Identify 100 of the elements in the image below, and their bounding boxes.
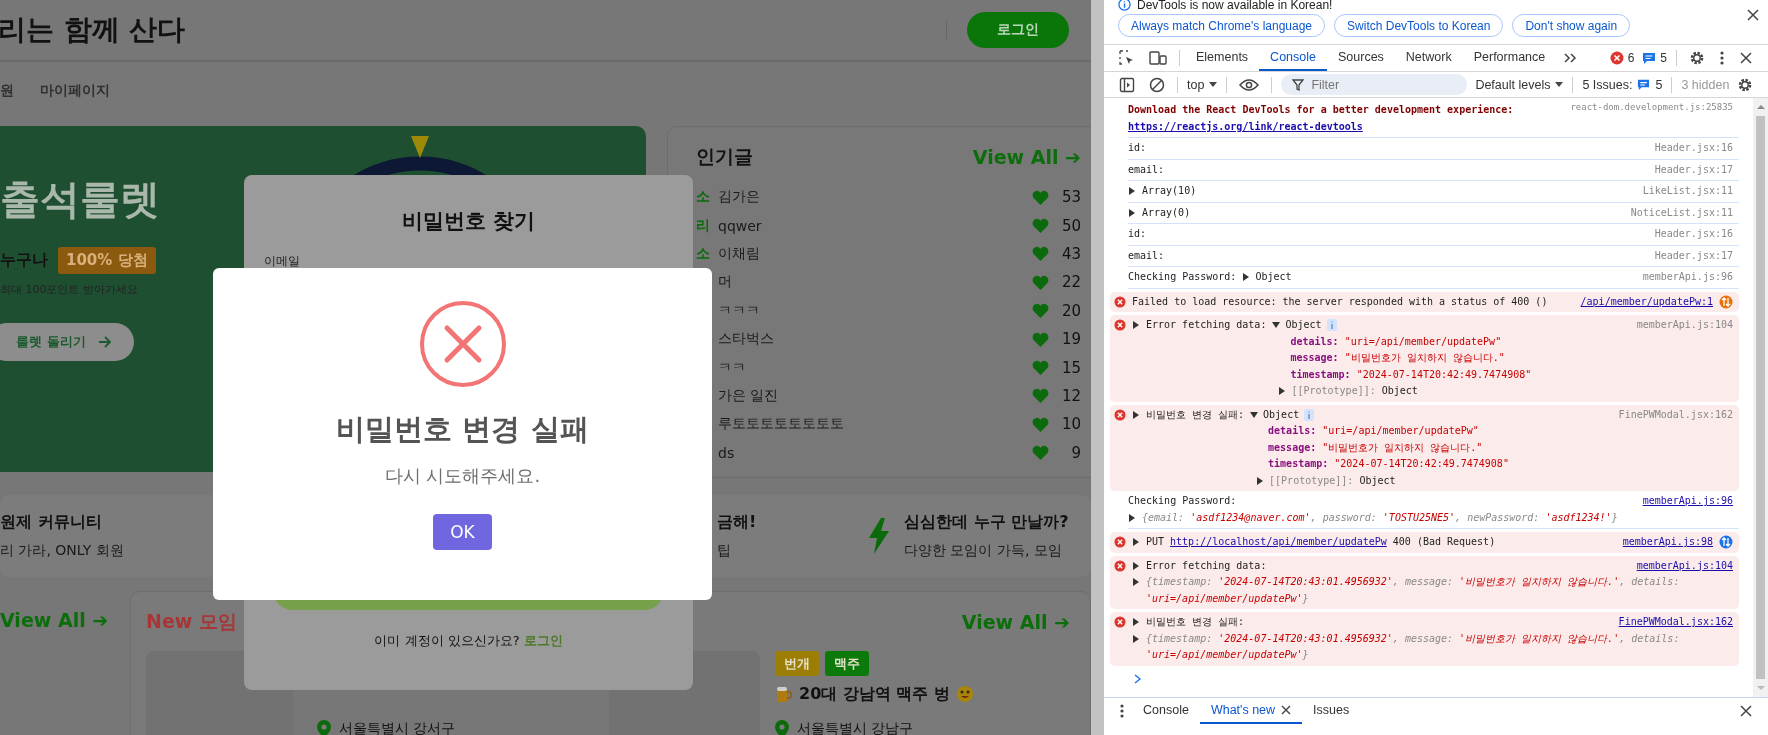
post-title[interactable]: 김가은	[718, 188, 1032, 207]
source-link[interactable]: Header.jsx:16	[1654, 226, 1733, 243]
disclosure-triangle-icon[interactable]	[1256, 476, 1265, 485]
nav-link[interactable]: 마이페이지	[40, 82, 110, 100]
network-request-icon[interactable]	[1719, 294, 1733, 309]
object-property: details: "uri=/api/member/updatePw"	[1289, 334, 1503, 349]
device-icon[interactable]	[1149, 50, 1167, 66]
disclosure-triangle-icon[interactable]	[1250, 410, 1259, 419]
settings-icon[interactable]	[1689, 50, 1705, 66]
source-link[interactable]: react-dom.development.js:25835	[1570, 102, 1733, 112]
site-title: 리는 함께 산다	[0, 12, 186, 48]
disclosure-triangle-icon[interactable]	[1132, 634, 1140, 643]
devtools-tab[interactable]: Performance	[1462, 45, 1557, 71]
disclosure-triangle-icon[interactable]	[1132, 410, 1140, 419]
disclosure-triangle-icon[interactable]	[1132, 538, 1140, 546]
post-title[interactable]: 머	[718, 273, 1032, 292]
sidebar-icon[interactable]	[1119, 76, 1135, 93]
message-text: id:	[1128, 141, 1147, 155]
disclosure-triangle-icon[interactable]	[1128, 208, 1136, 217]
message-text: Checking Password:	[1128, 494, 1237, 508]
more-tabs-icon[interactable]	[1563, 52, 1578, 64]
close-icon[interactable]	[1746, 8, 1760, 22]
disclosure-triangle-icon[interactable]	[1272, 321, 1281, 329]
source-link[interactable]: /api/member/updatePw:1	[1580, 293, 1713, 310]
devtools-tab[interactable]: Sources	[1327, 45, 1395, 71]
message-count-button[interactable]: 5	[1638, 51, 1671, 65]
post-title[interactable]: 스타벅스	[718, 330, 1032, 349]
source-link[interactable]: FinePWModal.jsx:162	[1618, 614, 1733, 631]
source-link[interactable]: memberApi.js:96	[1642, 493, 1733, 510]
source-link[interactable]: Header.jsx:17	[1654, 247, 1733, 264]
source-link[interactable]: Header.jsx:16	[1654, 140, 1733, 157]
disclosure-triangle-icon[interactable]	[1132, 321, 1140, 329]
login-button[interactable]: 로그인	[967, 12, 1069, 48]
disclosure-triangle-icon[interactable]	[1128, 187, 1136, 195]
banner-tagline: 누구나	[0, 250, 48, 271]
devtools-tab[interactable]: Console	[1259, 45, 1327, 71]
message-link[interactable]: https://reactjs.org/link/react-devtools	[1128, 118, 1563, 135]
inspect-icon[interactable]	[1119, 50, 1135, 66]
scrollbar[interactable]	[1753, 98, 1768, 697]
disclosure-triangle-icon[interactable]	[1278, 387, 1287, 395]
message-text: 비밀번호 변경 실패:	[1146, 407, 1245, 422]
disclosure-triangle-icon[interactable]	[1132, 561, 1140, 570]
object-label[interactable]: Object	[1285, 317, 1322, 334]
issues-button[interactable]: 5 Issues: 5	[1578, 77, 1667, 92]
disclosure-triangle-icon[interactable]	[1128, 513, 1136, 522]
infobar-button[interactable]: Don't show again	[1512, 14, 1631, 37]
close-icon[interactable]	[1739, 51, 1753, 65]
source-link[interactable]: memberApi.js:96	[1642, 269, 1733, 286]
disclosure-triangle-icon[interactable]	[1242, 273, 1251, 281]
source-link[interactable]: LikeList.jsx:11	[1642, 183, 1733, 200]
source-link[interactable]: memberApi.js:104	[1636, 317, 1733, 334]
object-label[interactable]: Object	[1263, 406, 1300, 423]
disclosure-triangle-icon[interactable]	[1132, 618, 1140, 626]
ok-button[interactable]: OK	[433, 514, 492, 550]
filter-field[interactable]: Filter	[1281, 74, 1468, 95]
error-count-button[interactable]: 6	[1605, 51, 1639, 65]
source-link[interactable]: memberApi.js:98	[1622, 534, 1713, 551]
scroll-up-icon[interactable]	[1756, 104, 1765, 110]
infobar-button[interactable]: Always match Chrome's language	[1118, 14, 1326, 37]
prompt-icon[interactable]	[1134, 673, 1142, 684]
drawer-tab[interactable]: Console	[1132, 697, 1200, 724]
post-title[interactable]: 이채림	[718, 244, 1032, 263]
error-icon	[1114, 536, 1126, 549]
clear-console-icon[interactable]	[1149, 76, 1165, 93]
object-property: details: "uri=/api/member/updatePw"	[1267, 424, 1480, 438]
close-icon[interactable]	[1739, 703, 1753, 718]
nav-link[interactable]: 원	[0, 82, 14, 100]
drawer-tab[interactable]: Issues	[1302, 697, 1361, 724]
disclosure-triangle-icon[interactable]	[1132, 578, 1140, 586]
levels-dropdown[interactable]: Default levels	[1471, 77, 1568, 92]
spin-roulette-button[interactable]: 룰렛 돌리기	[0, 323, 134, 361]
post-title[interactable]: qqwer	[718, 217, 1032, 234]
heart-icon	[1032, 445, 1049, 461]
devtools-tab[interactable]: Network	[1394, 45, 1463, 71]
infobar-button[interactable]: Switch DevTools to Korean	[1334, 14, 1504, 37]
message-icon	[1642, 51, 1657, 65]
alert-message: 다시 시도해주세요.	[384, 464, 541, 488]
object-prototype: [[Prototype]]: Object	[1291, 384, 1418, 398]
source-link[interactable]: memberApi.js:104	[1636, 557, 1733, 574]
more-options-icon[interactable]	[1119, 702, 1125, 719]
post-title[interactable]: ㅋㅋㅋ	[718, 301, 1032, 320]
post-title[interactable]: ds	[718, 444, 1032, 461]
drawer-tab[interactable]: What's new	[1199, 697, 1303, 724]
source-link[interactable]: FinePWModal.jsx:162	[1618, 406, 1733, 423]
close-icon[interactable]	[1281, 704, 1292, 715]
error-icon	[1114, 559, 1126, 572]
object-label[interactable]: Object	[1255, 269, 1292, 286]
post-title[interactable]: ㅋㅋ	[718, 358, 1032, 377]
devtools-tab[interactable]: Elements	[1185, 45, 1260, 71]
context-dropdown[interactable]: top	[1183, 77, 1222, 92]
post-title[interactable]: 가은 일진	[718, 386, 1032, 405]
network-request-icon[interactable]	[1719, 535, 1733, 549]
more-options-icon[interactable]	[1719, 50, 1725, 66]
settings-icon[interactable]	[1737, 76, 1753, 93]
message-link[interactable]: http://localhost/api/member/updatePw	[1170, 534, 1387, 551]
source-link[interactable]: Header.jsx:17	[1654, 161, 1733, 178]
scrollbar-thumb[interactable]	[1756, 116, 1765, 679]
eye-icon[interactable]	[1239, 77, 1260, 92]
source-link[interactable]: NoticeList.jsx:11	[1630, 204, 1733, 221]
post-title[interactable]: 루토토토토토토토토	[718, 415, 1032, 434]
